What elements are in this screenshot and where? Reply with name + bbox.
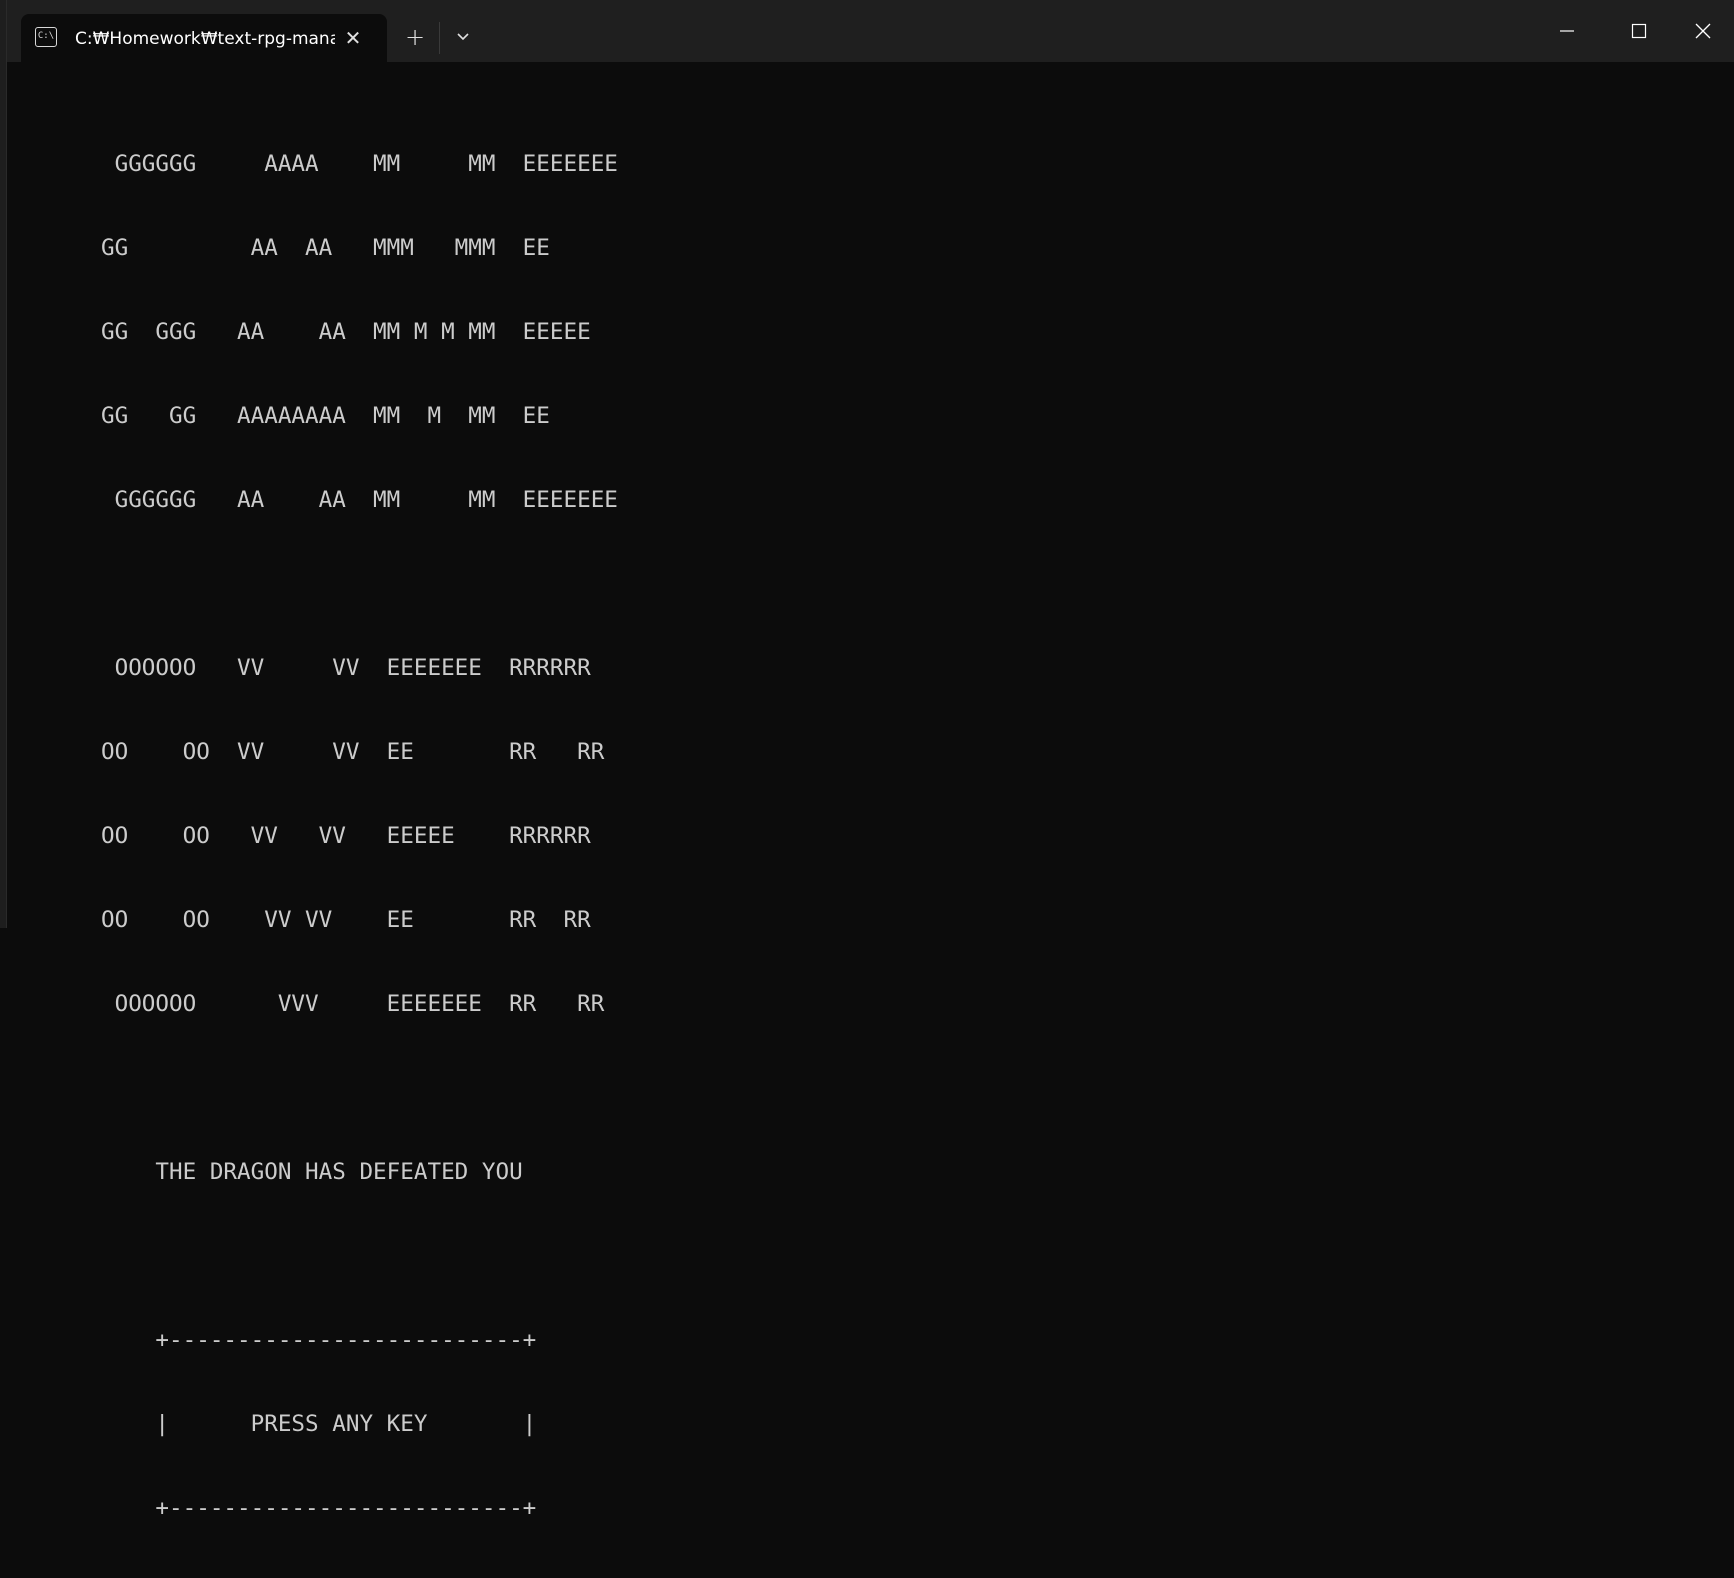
terminal-line: OO OO VV VV EE RR RR [101, 739, 605, 765]
terminal-line: ​ [101, 1074, 618, 1102]
close-icon [1695, 23, 1711, 39]
title-bar[interactable]: C:\ C:₩Homework₩text-rpg-manager ✕ + [7, 0, 1734, 62]
terminal-tab[interactable]: C:\ C:₩Homework₩text-rpg-manager ✕ [21, 14, 387, 62]
plus-icon: + [404, 23, 426, 51]
maximize-icon [1631, 23, 1647, 39]
terminal-content-area[interactable]: GGGGGG AAAA MM MM EEEEEEE GG AA AA MMM M… [7, 62, 1734, 1521]
tab-divider [439, 22, 440, 54]
prompt-box-top: +--------------------------+ [101, 1327, 537, 1353]
terminal-line: OOOOOO VV VV EEEEEEE RRRRRR [101, 655, 591, 681]
terminal-line: GG GGG AA AA MM M M MM EEEEE [101, 319, 591, 345]
maximize-button[interactable] [1607, 0, 1671, 62]
terminal-line: OO OO VV VV EE RR RR [101, 907, 591, 933]
terminal-line: GGGGGG AAAA MM MM EEEEEEE [101, 151, 618, 177]
prompt-box-bottom: +--------------------------+ [101, 1495, 537, 1521]
terminal-line: GGGGGG AA AA MM MM EEEEEEE [101, 487, 618, 513]
new-tab-button[interactable]: + [397, 22, 433, 54]
terminal-line: OO OO VV VV EEEEE RRRRRR [101, 823, 591, 849]
minimize-button[interactable] [1535, 0, 1599, 62]
chevron-down-icon [457, 33, 469, 41]
defeat-message: THE DRAGON HAS DEFEATED YOU [101, 1159, 523, 1185]
terminal-line: GG GG AAAAAAAA MM M MM EE [101, 403, 550, 429]
tab-dropdown-button[interactable] [447, 22, 479, 54]
terminal-icon: C:\ [35, 27, 57, 47]
close-window-button[interactable] [1671, 0, 1734, 62]
close-icon: ✕ [344, 26, 362, 50]
minimize-icon [1560, 30, 1574, 32]
terminal-line: ​ [101, 570, 618, 598]
close-tab-button[interactable]: ✕ [341, 26, 365, 50]
tab-title: C:₩Homework₩text-rpg-manager [75, 29, 335, 49]
terminal-line: OOOOOO VVV EEEEEEE RR RR [101, 991, 605, 1017]
press-any-key-prompt: | PRESS ANY KEY | [101, 1411, 537, 1437]
terminal-window: C:\ C:₩Homework₩text-rpg-manager ✕ + [6, 0, 1734, 1521]
terminal-line: GG AA AA MMM MMM EE [101, 235, 550, 261]
terminal-output: GGGGGG AAAA MM MM EEEEEEE GG AA AA MMM M… [101, 94, 618, 1578]
terminal-line: ​ [101, 1242, 618, 1270]
